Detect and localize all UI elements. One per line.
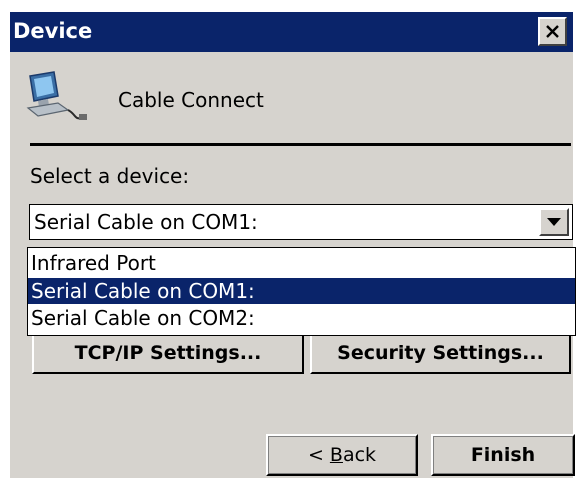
tcpip-settings-button[interactable]: TCP/IP Settings... [32, 334, 304, 374]
close-button[interactable] [538, 17, 567, 46]
cable-connect-computer-icon [24, 70, 88, 126]
back-button[interactable]: < Back [266, 434, 418, 476]
back-button-rest: ack [342, 444, 377, 466]
back-button-prefix: < [307, 444, 330, 466]
back-button-accelerator: B [329, 444, 343, 466]
security-settings-button[interactable]: Security Settings... [310, 334, 571, 374]
header-separator [30, 143, 571, 146]
dropdown-option-infrared[interactable]: Infrared Port [28, 250, 575, 276]
chevron-down-icon [547, 217, 561, 227]
dropdown-option-com2[interactable]: Serial Cable on COM2: [28, 305, 575, 331]
select-device-label: Select a device: [30, 164, 190, 188]
title-bar[interactable]: Device [10, 12, 573, 52]
device-dropdown-list[interactable]: Infrared Port Serial Cable on COM1: Seri… [27, 247, 576, 336]
device-combobox[interactable]: Serial Cable on COM1: [29, 204, 573, 240]
device-dropdown-button[interactable] [539, 208, 569, 236]
dropdown-option-com1[interactable]: Serial Cable on COM1: [28, 278, 575, 304]
device-combobox-value: Serial Cable on COM1: [34, 210, 258, 234]
close-icon [545, 24, 560, 39]
device-dialog: Device Cable Connect Select a device: Se… [10, 12, 576, 478]
cable-connect-label: Cable Connect [118, 88, 264, 112]
dialog-title: Device [13, 19, 93, 43]
finish-button[interactable]: Finish [431, 434, 575, 476]
